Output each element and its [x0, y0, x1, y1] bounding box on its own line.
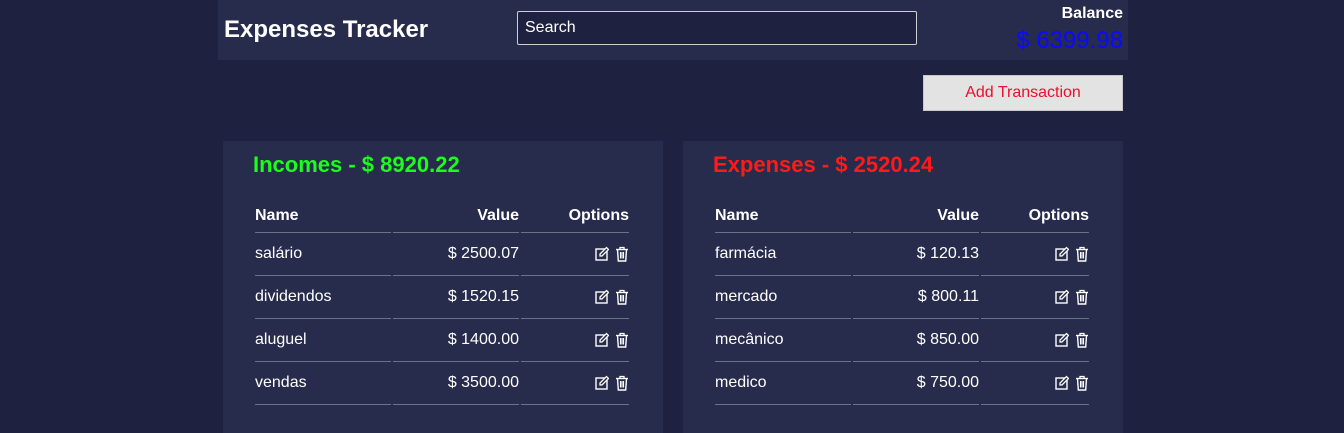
edit-icon[interactable]	[595, 375, 610, 391]
table-header-row: Name Value Options	[715, 200, 1089, 233]
row-name: vendas	[255, 362, 391, 405]
row-options	[981, 233, 1089, 276]
table-row: mercado $ 800.11	[715, 276, 1089, 319]
row-options	[981, 319, 1089, 362]
edit-icon[interactable]	[595, 332, 610, 348]
table-row: farmácia $ 120.13	[715, 233, 1089, 276]
row-value: $ 1400.00	[393, 319, 519, 362]
row-name: mecânico	[715, 319, 851, 362]
table-row: salário $ 2500.07	[255, 233, 629, 276]
trash-icon[interactable]	[615, 289, 629, 305]
row-value: $ 120.13	[853, 233, 979, 276]
search-input[interactable]	[517, 11, 917, 45]
app-title: Expenses Tracker	[224, 16, 429, 43]
table-row: mecânico $ 850.00	[715, 319, 1089, 362]
row-name: salário	[255, 233, 391, 276]
row-options-group	[1055, 375, 1089, 391]
row-name: farmácia	[715, 233, 851, 276]
add-transaction-button[interactable]: Add Transaction	[923, 75, 1123, 111]
row-options-group	[1055, 289, 1089, 305]
expenses-panel: Expenses - $ 2520.24 Name Value Options …	[683, 141, 1123, 433]
row-options-group	[1055, 332, 1089, 348]
row-value: $ 750.00	[853, 362, 979, 405]
column-header-name: Name	[255, 200, 391, 233]
trash-icon[interactable]	[1075, 246, 1089, 262]
expenses-rows: farmácia $ 120.13 mercado $ 800.11 mecânico $…	[715, 233, 1089, 405]
trash-icon[interactable]	[1075, 289, 1089, 305]
app: Expenses Tracker Balance $ 6399.98 Add T…	[218, 0, 1128, 433]
table-row: aluguel $ 1400.00	[255, 319, 629, 362]
row-options-group	[595, 289, 629, 305]
row-options-group	[595, 332, 629, 348]
incomes-rows: salário $ 2500.07 dividendos $ 1520.15 alugu…	[255, 233, 629, 405]
table-row: medico $ 750.00	[715, 362, 1089, 405]
incomes-title: Incomes - $ 8920.22	[253, 152, 460, 177]
row-options	[981, 362, 1089, 405]
row-options	[521, 276, 629, 319]
column-header-value: Value	[853, 200, 979, 233]
balance-label: Balance	[1061, 5, 1123, 22]
row-value: $ 1520.15	[393, 276, 519, 319]
row-name: aluguel	[255, 319, 391, 362]
row-options	[981, 276, 1089, 319]
row-name: dividendos	[255, 276, 391, 319]
row-value: $ 2500.07	[393, 233, 519, 276]
expenses-title: Expenses - $ 2520.24	[713, 152, 934, 177]
table-header-row: Name Value Options	[255, 200, 629, 233]
row-options-group	[595, 246, 629, 262]
balance-value: $ 6399.98	[1016, 27, 1123, 54]
edit-icon[interactable]	[1055, 375, 1070, 391]
edit-icon[interactable]	[1055, 289, 1070, 305]
row-value: $ 850.00	[853, 319, 979, 362]
table-row: vendas $ 3500.00	[255, 362, 629, 405]
row-value: $ 800.11	[853, 276, 979, 319]
row-options	[521, 319, 629, 362]
edit-icon[interactable]	[595, 289, 610, 305]
column-header-options: Options	[981, 200, 1089, 233]
row-options-group	[595, 375, 629, 391]
row-name: medico	[715, 362, 851, 405]
column-header-value: Value	[393, 200, 519, 233]
row-name: mercado	[715, 276, 851, 319]
edit-icon[interactable]	[595, 246, 610, 262]
header: Expenses Tracker Balance $ 6399.98	[218, 0, 1128, 60]
edit-icon[interactable]	[1055, 246, 1070, 262]
column-header-name: Name	[715, 200, 851, 233]
incomes-table: Name Value Options salário $ 2500.07 divid…	[253, 200, 631, 405]
incomes-panel: Incomes - $ 8920.22 Name Value Options s…	[223, 141, 663, 433]
trash-icon[interactable]	[1075, 375, 1089, 391]
row-options	[521, 362, 629, 405]
row-options	[521, 233, 629, 276]
row-value: $ 3500.00	[393, 362, 519, 405]
column-header-options: Options	[521, 200, 629, 233]
edit-icon[interactable]	[1055, 332, 1070, 348]
expenses-table: Name Value Options farmácia $ 120.13 merca…	[713, 200, 1091, 405]
table-row: dividendos $ 1520.15	[255, 276, 629, 319]
trash-icon[interactable]	[615, 375, 629, 391]
trash-icon[interactable]	[615, 246, 629, 262]
row-options-group	[1055, 246, 1089, 262]
trash-icon[interactable]	[1075, 332, 1089, 348]
trash-icon[interactable]	[615, 332, 629, 348]
